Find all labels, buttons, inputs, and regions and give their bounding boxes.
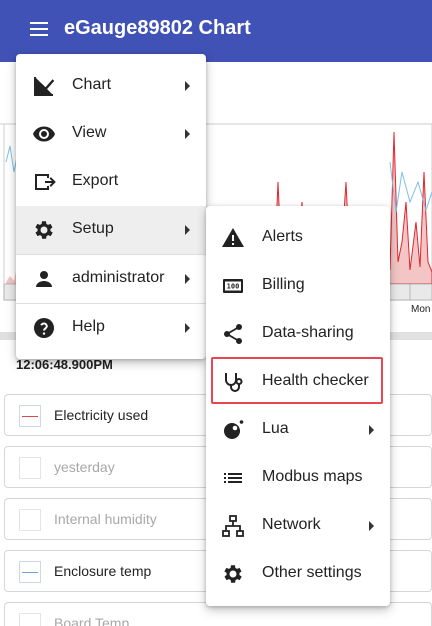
highlight-box (211, 357, 383, 404)
menu-item-label: Help (72, 318, 105, 335)
legend-label: Electricity used (54, 407, 149, 423)
share-icon (224, 324, 242, 344)
menu-item-label: Other settings (262, 564, 362, 581)
legend-label: Internal humidity (54, 511, 157, 527)
eye-icon (33, 126, 55, 142)
menu-item-data-sharing[interactable]: Data-sharing (206, 310, 390, 358)
export-icon (35, 174, 56, 190)
list-icon (224, 473, 242, 483)
legend-label: Board Temp (54, 615, 130, 626)
svg-text:100: 100 (227, 283, 240, 291)
network-icon (222, 515, 244, 537)
menu-item-lua[interactable]: Lua (206, 406, 390, 454)
menu-item-label: Export (72, 172, 119, 189)
legend-label: Enclosure temp (54, 563, 152, 579)
main-menu: Chart View Export Setup administrator He… (16, 54, 206, 359)
menu-item-label: Modbus maps (262, 468, 363, 485)
menu-item-label: Data-sharing (262, 324, 354, 341)
legend-swatch[interactable] (19, 509, 41, 531)
user-icon (36, 271, 52, 287)
setup-submenu: Alerts 100 Billing Data-sharing Health c… (206, 206, 390, 606)
menu-item-export[interactable]: Export (16, 158, 206, 206)
chevron-right-icon (185, 274, 190, 284)
menu-item-chart[interactable]: Chart (16, 62, 206, 110)
menu-item-other-settings[interactable]: Other settings (206, 550, 390, 598)
chevron-right-icon (369, 425, 374, 435)
legend-swatch[interactable] (19, 613, 41, 626)
alert-icon (222, 228, 244, 247)
chevron-right-icon (185, 129, 190, 139)
menu-item-setup[interactable]: Setup (16, 206, 206, 254)
menu-item-label: Billing (262, 276, 305, 293)
menu-icon[interactable] (30, 22, 48, 36)
cursor-timestamp: 12:06:48.900PM (16, 357, 113, 372)
menu-item-label: Chart (72, 76, 112, 93)
billing-icon: 100 (223, 279, 243, 293)
menu-item-administrator[interactable]: administrator (16, 255, 206, 303)
menu-item-view[interactable]: View (16, 110, 206, 158)
page-title: eGauge89802 Chart (64, 17, 251, 39)
axis-label-mon: Mon (411, 304, 431, 315)
chart-line-icon (33, 77, 55, 96)
legend-swatch[interactable] (19, 405, 41, 427)
menu-item-network[interactable]: Network (206, 502, 390, 550)
gear-icon (224, 565, 242, 583)
gear-icon (35, 221, 53, 239)
chevron-right-icon (185, 323, 190, 333)
chevron-right-icon (185, 225, 190, 235)
menu-item-label: Lua (262, 420, 289, 437)
menu-item-label: Network (262, 516, 321, 533)
legend-label: yesterday (54, 459, 115, 475)
chevron-right-icon (369, 521, 374, 531)
legend-swatch[interactable] (19, 561, 41, 583)
menu-item-alerts[interactable]: Alerts (206, 214, 390, 262)
menu-item-help[interactable]: Help (16, 304, 206, 352)
menu-item-modbus-maps[interactable]: Modbus maps (206, 454, 390, 502)
menu-item-label: Setup (72, 220, 114, 237)
legend-swatch[interactable] (19, 457, 41, 479)
menu-item-label: View (72, 124, 107, 141)
lua-icon (224, 420, 244, 439)
menu-item-billing[interactable]: 100 Billing (206, 262, 390, 310)
menu-item-label: administrator (72, 269, 165, 286)
help-icon (34, 318, 54, 338)
menu-item-label: Alerts (262, 228, 303, 245)
chevron-right-icon (185, 81, 190, 91)
app-bar: eGauge89802 Chart (0, 0, 432, 62)
